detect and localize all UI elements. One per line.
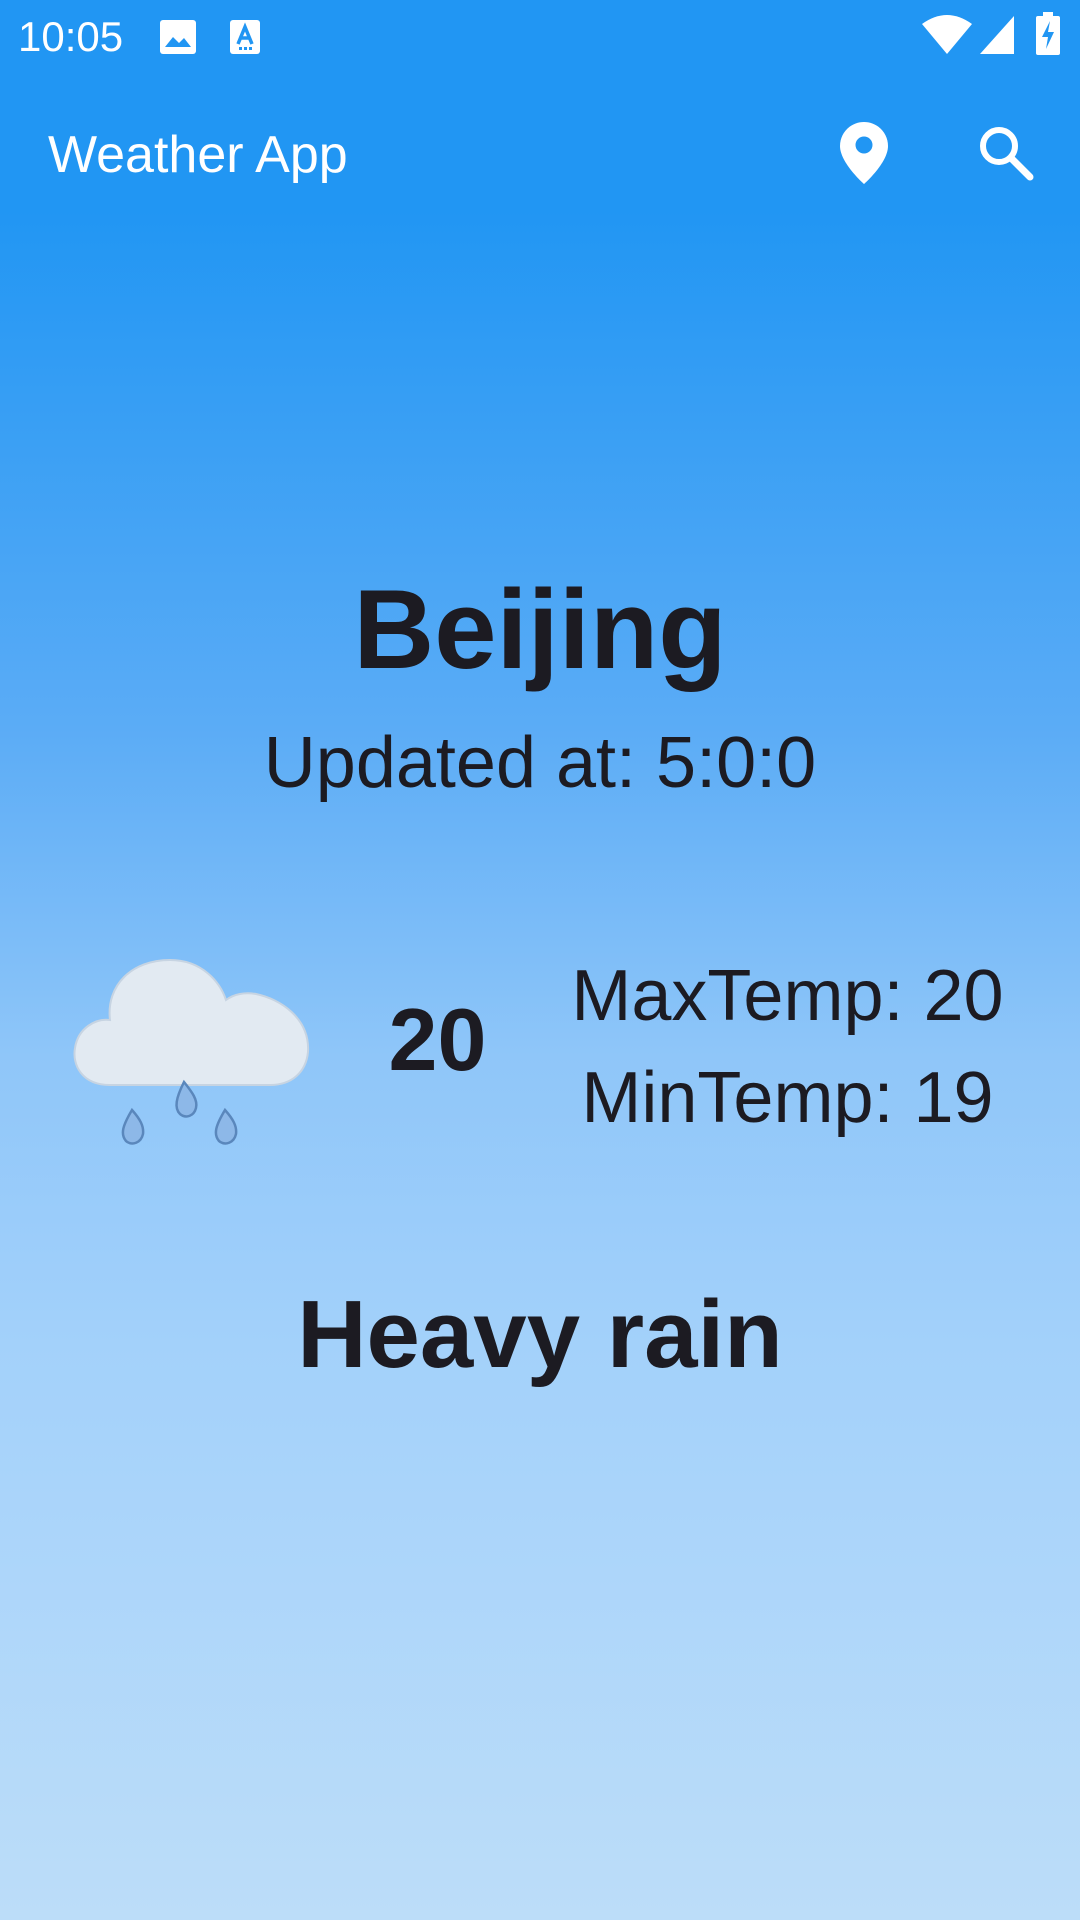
min-temperature: MinTemp: 19 xyxy=(581,1058,994,1138)
cell-signal-icon xyxy=(980,16,1014,59)
font-a-icon xyxy=(230,20,260,59)
weather-screen: 10:05 Weather App Beijing Updated at: 5:… xyxy=(0,0,1080,1920)
city-name: Beijing xyxy=(353,567,727,692)
wifi-icon xyxy=(922,14,972,59)
app-title: Weather App xyxy=(48,126,348,184)
image-icon xyxy=(160,20,196,59)
weather-condition: Heavy rain xyxy=(297,1281,783,1388)
search-button[interactable] xyxy=(966,115,1046,195)
updated-time: Updated at: 5:0:0 xyxy=(263,723,817,803)
status-bar: 10:05 xyxy=(0,0,1080,75)
app-bar: Weather App xyxy=(0,75,1080,240)
max-temperature: MaxTemp: 20 xyxy=(571,956,1004,1036)
current-temperature: 20 xyxy=(388,990,487,1089)
location-pin-icon xyxy=(840,121,888,189)
search-icon xyxy=(978,125,1034,186)
temperature-range: MaxTemp: 20 MinTemp: 19 xyxy=(540,945,1035,1149)
location-button[interactable] xyxy=(824,115,904,195)
status-time: 10:05 xyxy=(18,13,124,60)
heavy-rain-icon xyxy=(70,920,320,1160)
battery-charging-icon xyxy=(1035,12,1061,61)
